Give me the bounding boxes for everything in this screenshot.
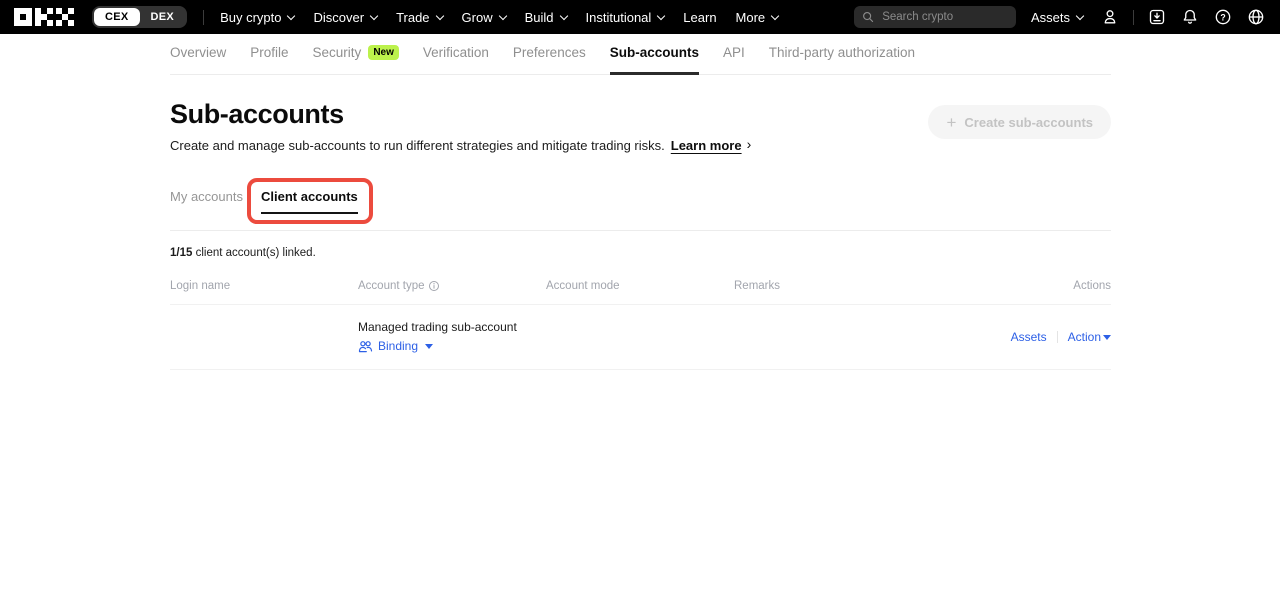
learn-more-link[interactable]: Learn more bbox=[671, 138, 742, 153]
cex-toggle-option[interactable]: CEX bbox=[94, 8, 140, 26]
nav-institutional[interactable]: Institutional bbox=[586, 10, 665, 25]
chevron-down-icon bbox=[657, 11, 665, 19]
linked-accounts-summary: 1/15 client account(s) linked. bbox=[170, 247, 1111, 259]
settings-tabbar: Overview Profile Security New Verificati… bbox=[170, 34, 1111, 75]
page-header-text: Sub-accounts Create and manage sub-accou… bbox=[170, 101, 751, 153]
chevron-down-icon bbox=[498, 11, 506, 19]
tab-client-accounts[interactable]: Client accounts bbox=[261, 189, 358, 214]
svg-text:?: ? bbox=[1220, 12, 1225, 22]
download-app-icon[interactable] bbox=[1147, 7, 1167, 27]
nav-trade[interactable]: Trade bbox=[396, 10, 442, 25]
tab-profile[interactable]: Profile bbox=[250, 45, 288, 74]
plus-icon: + bbox=[946, 114, 956, 131]
actions-divider bbox=[1057, 331, 1058, 343]
col-account-mode: Account mode bbox=[546, 280, 734, 292]
page-title: Sub-accounts bbox=[170, 101, 751, 128]
nav-more[interactable]: More bbox=[736, 10, 779, 25]
account-type-value: Managed trading sub-account bbox=[358, 320, 546, 334]
col-account-type: Account type bbox=[358, 280, 546, 292]
binding-link[interactable]: Binding bbox=[358, 339, 546, 353]
user-profile-icon[interactable] bbox=[1100, 7, 1120, 27]
icon-divider bbox=[1133, 10, 1134, 25]
nav-learn[interactable]: Learn bbox=[683, 10, 716, 25]
language-globe-icon[interactable] bbox=[1246, 7, 1266, 27]
nav-discover[interactable]: Discover bbox=[313, 10, 377, 25]
tab-my-accounts[interactable]: My accounts bbox=[170, 189, 243, 214]
topbar-divider bbox=[203, 10, 204, 25]
chevron-down-icon bbox=[771, 11, 779, 19]
okx-logo[interactable] bbox=[14, 8, 74, 26]
assets-link[interactable]: Assets bbox=[1011, 330, 1047, 344]
caret-down-icon bbox=[1103, 335, 1111, 340]
chevron-down-icon bbox=[287, 11, 295, 19]
nav-build[interactable]: Build bbox=[525, 10, 567, 25]
assets-dropdown[interactable]: Assets bbox=[1031, 10, 1083, 25]
col-actions: Actions bbox=[1073, 280, 1111, 292]
page-description: Create and manage sub-accounts to run di… bbox=[170, 137, 751, 153]
search-icon bbox=[862, 10, 874, 24]
nav-buy-crypto[interactable]: Buy crypto bbox=[220, 10, 294, 25]
tab-verification[interactable]: Verification bbox=[423, 45, 489, 74]
account-type-cell: Managed trading sub-account Binding bbox=[358, 320, 546, 353]
table-header-row: Login name Account type Account mode Rem… bbox=[170, 280, 1111, 305]
dex-toggle-option[interactable]: DEX bbox=[140, 8, 186, 26]
tab-api[interactable]: API bbox=[723, 45, 745, 74]
main-nav: Buy crypto Discover Trade Grow Build Ins… bbox=[220, 10, 778, 25]
help-icon[interactable]: ? bbox=[1213, 7, 1233, 27]
tab-third-party-authorization[interactable]: Third-party authorization bbox=[769, 45, 915, 74]
chevron-down-icon bbox=[559, 11, 567, 19]
search-input[interactable] bbox=[880, 10, 1008, 24]
main-content: Overview Profile Security New Verificati… bbox=[170, 34, 1111, 370]
binding-users-icon bbox=[358, 340, 373, 353]
tab-sub-accounts[interactable]: Sub-accounts bbox=[610, 45, 699, 74]
account-tabs: My accounts Client accounts bbox=[170, 189, 1111, 214]
actions-cell: Assets Action bbox=[1011, 330, 1111, 344]
table-row: Managed trading sub-account Binding Asse… bbox=[170, 305, 1111, 370]
nav-grow[interactable]: Grow bbox=[462, 10, 506, 25]
info-icon[interactable] bbox=[428, 280, 440, 292]
page-header: Sub-accounts Create and manage sub-accou… bbox=[170, 101, 1111, 153]
create-sub-accounts-button[interactable]: + Create sub-accounts bbox=[928, 105, 1111, 139]
tab-overview[interactable]: Overview bbox=[170, 45, 226, 74]
cex-dex-toggle: CEX DEX bbox=[92, 6, 187, 28]
chevron-down-icon bbox=[1076, 11, 1084, 19]
action-dropdown[interactable]: Action bbox=[1068, 330, 1111, 344]
col-login-name: Login name bbox=[170, 280, 358, 292]
chevron-down-icon bbox=[370, 11, 378, 19]
section-divider bbox=[170, 230, 1111, 231]
chevron-right-icon: › bbox=[747, 136, 752, 152]
search-box[interactable] bbox=[854, 6, 1016, 28]
tab-preferences[interactable]: Preferences bbox=[513, 45, 586, 74]
top-navigation-bar: CEX DEX Buy crypto Discover Trade Grow B… bbox=[0, 0, 1280, 34]
linked-count: 1/15 bbox=[170, 247, 192, 259]
tab-security[interactable]: Security New bbox=[313, 45, 399, 74]
okx-logo-icon bbox=[14, 8, 74, 26]
caret-down-icon bbox=[425, 344, 433, 349]
notifications-bell-icon[interactable] bbox=[1180, 7, 1200, 27]
col-remarks: Remarks bbox=[734, 280, 1073, 292]
header-icon-group: ? bbox=[1100, 7, 1266, 27]
new-badge: New bbox=[368, 45, 399, 60]
chevron-down-icon bbox=[435, 11, 443, 19]
